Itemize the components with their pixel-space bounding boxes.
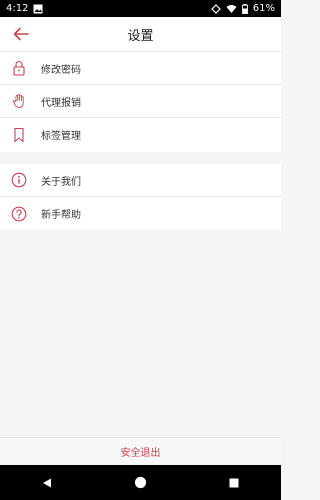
arrow-left-icon [13, 27, 29, 41]
menu-item-proxy-reimbursement[interactable]: 代理报销 [0, 85, 281, 118]
settings-group-account: 修改密码 代理报销 标签管理 [0, 52, 281, 152]
info-icon [10, 171, 28, 189]
logout-button[interactable]: 安全退出 [121, 444, 161, 459]
menu-item-beginner-help[interactable]: 新手帮助 [0, 197, 281, 230]
wifi-icon [226, 4, 237, 14]
battery-percent: 61% [252, 3, 275, 14]
page-title: 设置 [127, 28, 154, 44]
battery-icon [241, 3, 248, 14]
menu-item-label: 新手帮助 [41, 210, 81, 221]
footer: 安全退出 [0, 437, 281, 465]
menu-item-label: 标签管理 [41, 131, 81, 142]
status-time: 4:12 [6, 3, 29, 14]
system-nav-bar [0, 465, 281, 500]
menu-item-tag-management[interactable]: 标签管理 [0, 118, 281, 151]
help-icon [10, 205, 28, 223]
back-triangle-icon[interactable] [32, 468, 62, 498]
back-button[interactable] [10, 24, 32, 44]
recents-square-icon[interactable] [219, 468, 249, 498]
status-right: 61% [210, 3, 275, 14]
menu-item-label: 修改密码 [41, 64, 81, 76]
menu-item-label: 关于我们 [41, 176, 81, 188]
menu-item-about-us[interactable]: 关于我们 [0, 164, 281, 197]
menu-item-label: 代理报销 [41, 97, 81, 109]
bookmark-icon [10, 126, 28, 144]
image-icon [33, 4, 43, 14]
home-circle-icon[interactable] [125, 468, 155, 498]
hand-icon [10, 92, 28, 110]
menu-item-change-password[interactable]: 修改密码 [0, 52, 281, 85]
status-bar: 4:12 61% [0, 0, 281, 17]
signal-icon [210, 3, 221, 14]
status-left: 4:12 [6, 3, 43, 14]
settings-group-about: 关于我们 新手帮助 [0, 164, 281, 230]
lock-icon [10, 59, 28, 77]
app-bar: 设置 [0, 17, 281, 52]
